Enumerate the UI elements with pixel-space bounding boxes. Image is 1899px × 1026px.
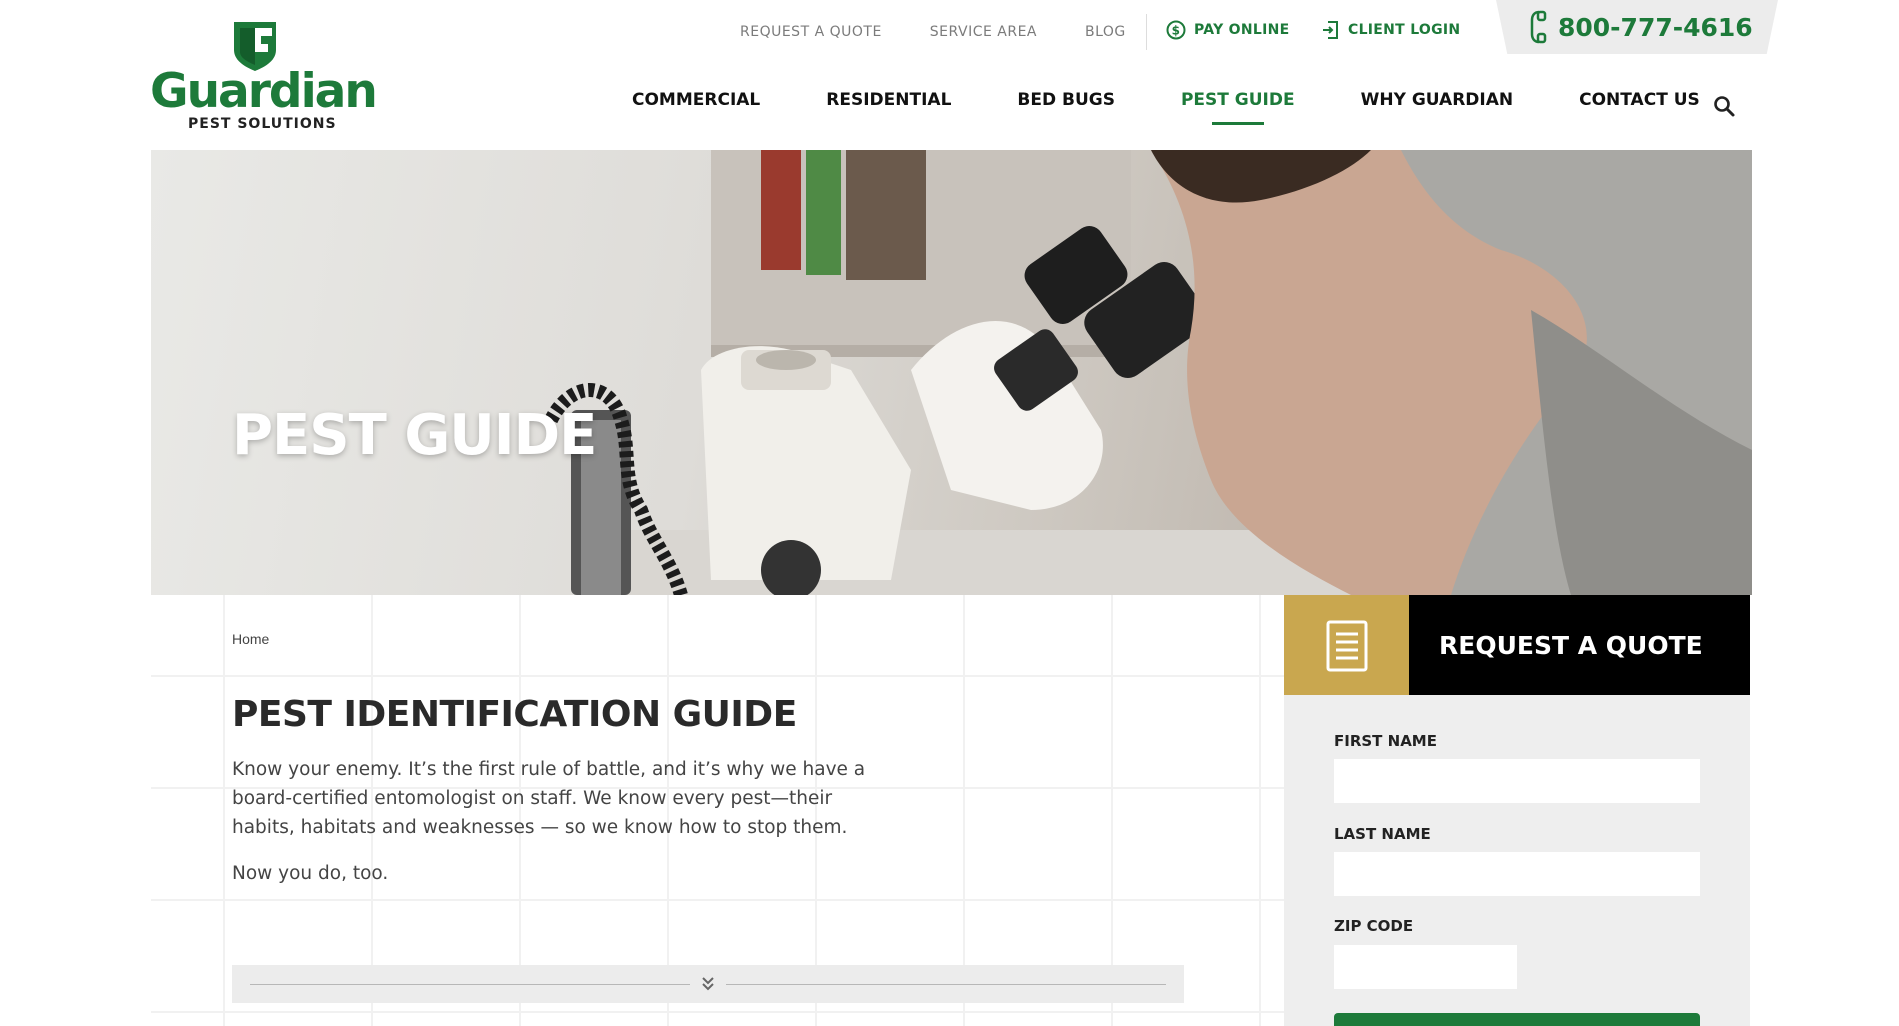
zip-code-label: ZIP CODE bbox=[1334, 917, 1414, 935]
document-icon bbox=[1326, 620, 1368, 672]
quote-title: REQUEST A QUOTE bbox=[1439, 631, 1703, 660]
phone-number: 800-777-4616 bbox=[1558, 12, 1753, 42]
logo-wordmark: Guardian bbox=[150, 64, 378, 119]
expand-bar[interactable] bbox=[232, 965, 1184, 1003]
phone-icon bbox=[1530, 10, 1547, 44]
logo[interactable]: Guardian PEST SOLUTIONS bbox=[150, 20, 378, 132]
submit-button[interactable] bbox=[1334, 1013, 1700, 1026]
main-nav: COMMERCIAL RESIDENTIAL BED BUGS PEST GUI… bbox=[632, 90, 1766, 110]
last-name-label: LAST NAME bbox=[1334, 825, 1431, 843]
quote-header: REQUEST A QUOTE bbox=[1284, 595, 1750, 695]
search-icon[interactable] bbox=[1712, 94, 1736, 118]
intro-paragraph-2: Now you do, too. bbox=[232, 863, 389, 884]
client-login-link[interactable]: CLIENT LOGIN bbox=[1322, 20, 1460, 40]
nav-why-guardian[interactable]: WHY GUARDIAN bbox=[1361, 90, 1514, 110]
breadcrumb-home[interactable]: Home bbox=[232, 631, 276, 647]
zip-code-field[interactable] bbox=[1334, 945, 1517, 989]
nav-contact-us[interactable]: CONTACT US bbox=[1579, 90, 1700, 110]
main-content: Home PEST IDENTIFICATION GUIDE Know your… bbox=[151, 595, 1284, 1026]
logo-tagline: PEST SOLUTIONS bbox=[188, 116, 337, 132]
pay-online-label: PAY ONLINE bbox=[1194, 22, 1290, 38]
nav-residential[interactable]: RESIDENTIAL bbox=[826, 90, 951, 110]
pay-online-link[interactable]: $ PAY ONLINE bbox=[1166, 20, 1290, 40]
utility-nav: REQUEST A QUOTE SERVICE AREA BLOG bbox=[740, 22, 1174, 42]
nav-commercial[interactable]: COMMERCIAL bbox=[632, 90, 760, 110]
last-name-field[interactable] bbox=[1334, 852, 1700, 896]
util-link-service-area[interactable]: SERVICE AREA bbox=[930, 24, 1037, 40]
login-door-icon bbox=[1323, 21, 1338, 39]
util-link-blog[interactable]: BLOG bbox=[1085, 24, 1126, 40]
quote-form: FIRST NAME LAST NAME ZIP CODE bbox=[1284, 695, 1750, 1026]
hero-photo-microscope bbox=[544, 150, 1752, 595]
page-title: PEST IDENTIFICATION GUIDE bbox=[232, 694, 797, 735]
client-login-label: CLIENT LOGIN bbox=[1348, 22, 1461, 38]
utility-divider bbox=[1146, 14, 1147, 50]
double-chevron-down-icon[interactable] bbox=[698, 974, 718, 994]
nav-bed-bugs[interactable]: BED BUGS bbox=[1017, 90, 1115, 110]
intro-paragraph: Know your enemy. It’s the first rule of … bbox=[232, 759, 866, 838]
hero-banner: PEST GUIDE bbox=[151, 150, 1752, 595]
first-name-label: FIRST NAME bbox=[1334, 732, 1437, 750]
svg-text:$: $ bbox=[1172, 24, 1181, 38]
util-link-request-quote[interactable]: REQUEST A QUOTE bbox=[740, 24, 882, 40]
hero-title: PEST GUIDE bbox=[232, 403, 597, 468]
nav-pest-guide[interactable]: PEST GUIDE bbox=[1181, 90, 1295, 110]
dollar-circle-icon: $ bbox=[1166, 20, 1186, 40]
phone-link[interactable]: 800-777-4616 bbox=[1530, 10, 1753, 44]
first-name-field[interactable] bbox=[1334, 759, 1700, 803]
quote-icon-box bbox=[1284, 595, 1409, 695]
expand-line-left bbox=[250, 984, 690, 985]
expand-line-right bbox=[726, 984, 1166, 985]
